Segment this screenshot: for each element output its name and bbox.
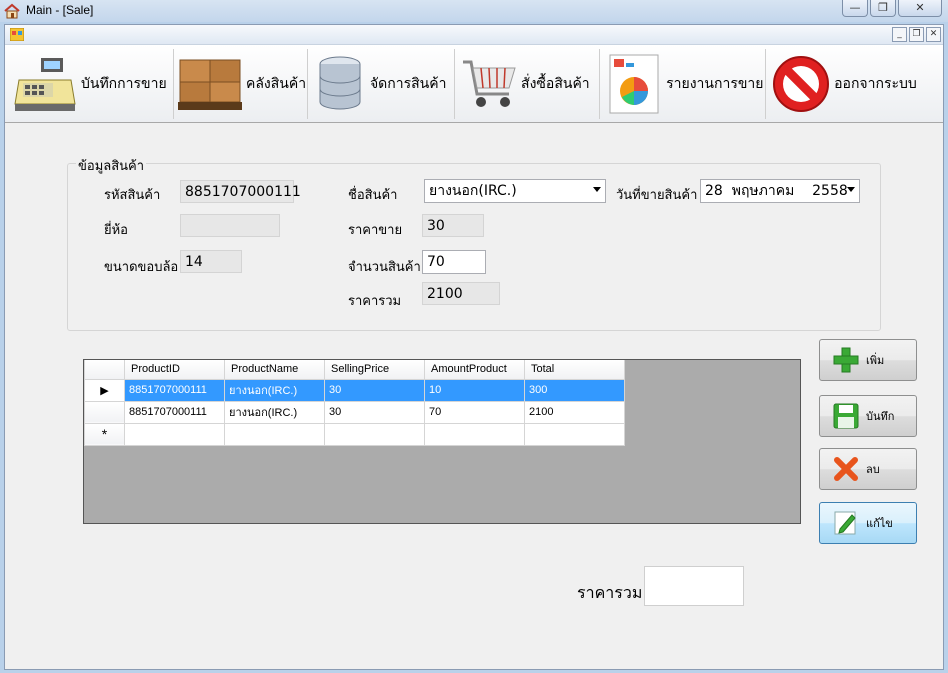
mdi-restore-button[interactable]: ❐: [909, 27, 924, 42]
toolbar-manage-label: จัดการสินค้า: [369, 75, 447, 92]
column-header-productid[interactable]: ProductID: [124, 360, 225, 380]
toolbar-sale-label: บันทึกการขาย: [81, 75, 167, 92]
cell-total[interactable]: 2100: [524, 400, 625, 424]
mdi-close-button[interactable]: ✕: [926, 27, 941, 42]
mdi-minimize-button[interactable]: _: [892, 27, 907, 42]
cell-productid[interactable]: 8851707000111: [124, 378, 225, 402]
brand-label: ยี่ห้อ: [104, 223, 128, 238]
brand-field[interactable]: [180, 214, 280, 237]
wheel-size-field[interactable]: 14: [180, 250, 242, 273]
cell-sellingprice[interactable]: 30: [324, 400, 425, 424]
product-name-label: ชื่อสินค้า: [348, 188, 398, 203]
group-title: ข้อมูลสินค้า: [76, 155, 147, 176]
cell-new[interactable]: [124, 422, 225, 446]
window-titlebar: Main - [Sale] — ❐ ✕: [0, 0, 948, 22]
grand-total-field[interactable]: [644, 566, 744, 606]
warehouse-boxes-icon: [177, 59, 242, 110]
cell-productid[interactable]: 8851707000111: [124, 400, 225, 424]
toolbar-report-button[interactable]: รายงานการขาย: [600, 48, 767, 119]
plus-icon: [833, 347, 859, 373]
home-icon: [4, 3, 20, 19]
cash-register-icon: [14, 57, 76, 111]
new-row[interactable]: *: [84, 422, 625, 446]
price-label: ราคาขาย: [348, 223, 403, 238]
sales-grid[interactable]: ProductID ProductName SellingPrice Amoun…: [83, 359, 801, 524]
chevron-down-icon: [847, 187, 855, 192]
product-code-field[interactable]: 8851707000111: [180, 180, 301, 203]
database-icon: [319, 56, 361, 109]
row-selector-icon[interactable]: ▶: [84, 378, 125, 402]
shopping-cart-icon: [463, 60, 516, 107]
product-name-select[interactable]: ยางนอก(IRC.): [424, 179, 606, 203]
subtotal-field[interactable]: 2100: [422, 282, 500, 305]
column-header-amountproduct[interactable]: AmountProduct: [424, 360, 525, 380]
cell-new[interactable]: [424, 422, 525, 446]
cell-new[interactable]: [224, 422, 325, 446]
product-code-label: รหัสสินค้า: [104, 188, 161, 203]
chevron-down-icon: [593, 187, 601, 192]
row-header[interactable]: [84, 400, 125, 424]
column-header-productname[interactable]: ProductName: [224, 360, 325, 380]
edit-pencil-icon: [834, 511, 856, 535]
window-title: Main - [Sale]: [26, 3, 94, 17]
sale-date-picker[interactable]: 28 พฤษภาคม 2558: [700, 179, 860, 203]
report-chart-icon: [609, 54, 659, 113]
quantity-label: จำนวนสินค้า: [348, 260, 421, 275]
floppy-disk-icon: [833, 403, 859, 429]
app-icon: [10, 28, 24, 41]
cell-productname[interactable]: ยางนอก(IRC.): [224, 378, 325, 402]
price-field[interactable]: 30: [422, 214, 484, 237]
sale-date-value: 28 พฤษภาคม 2558: [705, 183, 848, 199]
main-toolbar: บันทึกการขาย คลังสินค้า จัดการสินค้า สั่…: [5, 45, 943, 123]
no-entry-icon: [773, 55, 830, 112]
mdi-child-frame: _ ❐ ✕ บันทึกการขาย คลังสินค้า จัดการสินค…: [4, 24, 944, 670]
save-button[interactable]: บันทึก: [819, 395, 917, 437]
cell-sellingprice[interactable]: 30: [324, 378, 425, 402]
add-button-label: เพิ่ม: [866, 354, 885, 367]
row-header-corner: [84, 360, 125, 380]
toolbar-manage-button[interactable]: จัดการสินค้า: [308, 48, 456, 119]
mdi-menu-bar: _ ❐ ✕: [5, 25, 943, 45]
toolbar-warehouse-button[interactable]: คลังสินค้า: [174, 48, 308, 119]
restore-button[interactable]: ❐: [870, 0, 896, 17]
save-button-label: บันทึก: [866, 410, 895, 423]
grid-header-row: ProductID ProductName SellingPrice Amoun…: [84, 360, 625, 380]
cell-amountproduct[interactable]: 70: [424, 400, 525, 424]
wheel-size-label: ขนาดขอบล้อ: [104, 260, 179, 275]
toolbar-sale-button[interactable]: บันทึกการขาย: [9, 48, 174, 119]
minimize-button[interactable]: —: [842, 0, 868, 17]
delete-button[interactable]: ลบ: [819, 448, 917, 490]
quantity-input[interactable]: 70: [422, 250, 486, 274]
sale-date-label: วันที่ขายสินค้า: [616, 188, 698, 203]
column-header-sellingprice[interactable]: SellingPrice: [324, 360, 425, 380]
toolbar-order-label: สั่งซื้อสินค้า: [521, 75, 590, 92]
product-info-group: ข้อมูลสินค้า รหัสสินค้า 8851707000111 ยี…: [67, 155, 881, 331]
new-row-asterisk-icon[interactable]: *: [84, 422, 125, 446]
delete-x-icon: [834, 457, 858, 481]
table-row[interactable]: ▶ 8851707000111 ยางนอก(IRC.) 30 10 300: [84, 378, 625, 402]
delete-button-label: ลบ: [866, 463, 880, 476]
product-name-value: ยางนอก(IRC.): [429, 183, 517, 199]
table-row[interactable]: 8851707000111 ยางนอก(IRC.) 30 70 2100: [84, 400, 625, 424]
grand-total-label: ราคารวม: [577, 583, 643, 602]
subtotal-label: ราคารวม: [348, 294, 402, 309]
cell-total[interactable]: 300: [524, 378, 625, 402]
cell-productname[interactable]: ยางนอก(IRC.): [224, 400, 325, 424]
column-header-total[interactable]: Total: [524, 360, 625, 380]
cell-new[interactable]: [524, 422, 625, 446]
toolbar-order-button[interactable]: สั่งซื้อสินค้า: [455, 48, 601, 119]
toolbar-logout-label: ออกจากระบบ: [834, 75, 917, 92]
cell-amountproduct[interactable]: 10: [424, 378, 525, 402]
cell-new[interactable]: [324, 422, 425, 446]
close-button[interactable]: ✕: [898, 0, 942, 17]
edit-button[interactable]: แก้ไข: [819, 502, 917, 544]
edit-button-label: แก้ไข: [866, 517, 893, 530]
toolbar-warehouse-label: คลังสินค้า: [245, 75, 307, 92]
toolbar-logout-button[interactable]: ออกจากระบบ: [766, 49, 943, 119]
toolbar-report-label: รายงานการขาย: [666, 75, 764, 92]
add-button[interactable]: เพิ่ม: [819, 339, 917, 381]
